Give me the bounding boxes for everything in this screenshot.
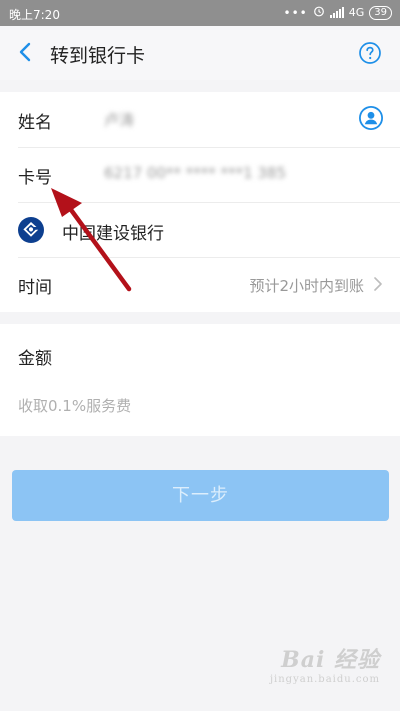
network-type: 4G — [348, 6, 365, 19]
alarm-icon — [313, 5, 325, 20]
amount-label: 金额 — [18, 349, 52, 369]
chevron-right-icon — [371, 276, 385, 292]
name-row: 姓名 卢涛 — [0, 92, 400, 147]
notification-dots: ••• — [283, 5, 308, 20]
next-step-button[interactable]: 下一步 — [12, 470, 389, 521]
name-label: 姓名 — [18, 113, 52, 133]
amount-card: 金额 — [0, 324, 400, 436]
card-number-row: 卡号 6217 00** **** ***1 385 — [0, 147, 400, 202]
baidu-watermark: Bai 经验 jingyan.baidu.com — [270, 642, 380, 685]
recipient-card: 姓名 卢涛 卡号 6217 00** **** ***1 385 中国建设银行 — [0, 92, 400, 312]
contact-icon[interactable] — [358, 105, 384, 131]
card-number-value[interactable]: 6217 00** **** ***1 385 — [104, 164, 286, 182]
help-icon[interactable] — [358, 41, 382, 65]
back-arrow-icon[interactable] — [14, 40, 38, 64]
bank-row: 中国建设银行 — [0, 202, 400, 257]
nav-bar: 转到银行卡 — [0, 26, 400, 80]
amount-input[interactable] — [18, 388, 378, 424]
status-bar: 晚上7:20 ••• 4G 39 — [0, 0, 400, 26]
bank-name: 中国建设银行 — [62, 224, 164, 244]
status-indicators: ••• 4G 39 — [283, 5, 392, 20]
page-title: 转到银行卡 — [50, 45, 146, 67]
watermark-sub: jingyan.baidu.com — [269, 674, 380, 685]
signal-icon — [329, 7, 344, 18]
time-value: 预计2小时内到账 — [249, 277, 364, 295]
battery-level: 39 — [374, 6, 387, 18]
battery-icon: 39 — [369, 5, 392, 20]
name-value[interactable]: 卢涛 — [104, 109, 134, 130]
status-time: 晚上7:20 — [9, 8, 60, 22]
time-label: 时间 — [18, 278, 52, 298]
ccb-logo-icon — [17, 216, 45, 244]
arrival-time-row[interactable]: 时间 预计2小时内到账 — [0, 257, 400, 312]
card-number-label: 卡号 — [18, 168, 52, 188]
watermark-main: Bai 经验 — [281, 647, 380, 673]
